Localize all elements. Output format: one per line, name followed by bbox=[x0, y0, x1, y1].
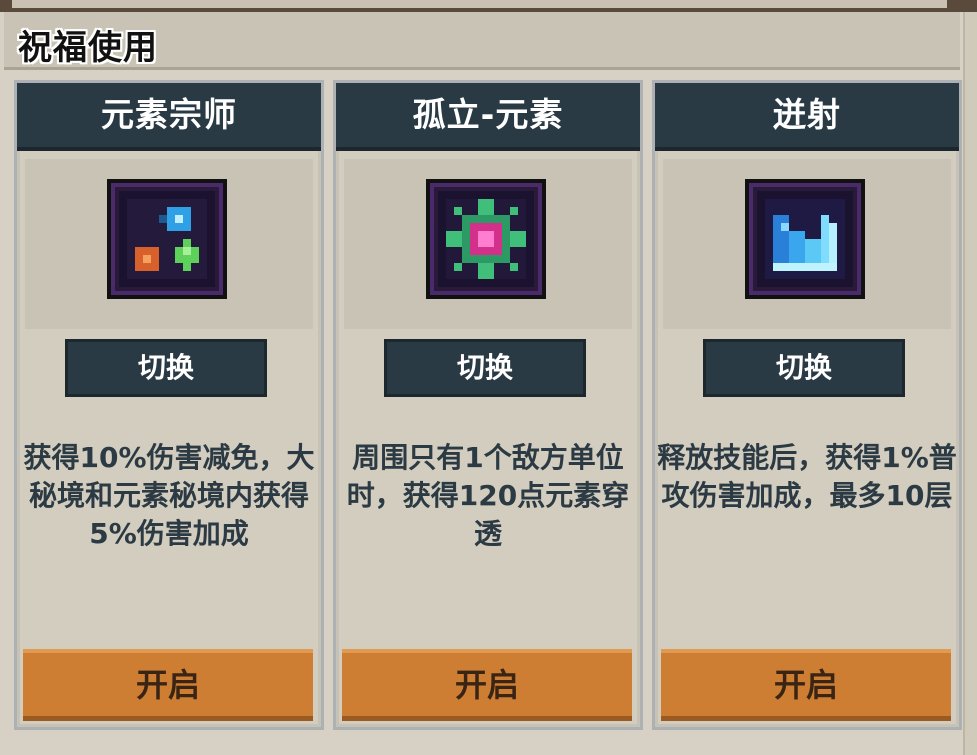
card-title: 元素宗师 bbox=[17, 83, 321, 151]
open-button[interactable]: 开启 bbox=[342, 649, 632, 721]
card-title: 迸射 bbox=[655, 83, 959, 151]
card-description: 周围只有1个敌方单位时，获得120点元素穿透 bbox=[346, 441, 630, 550]
blessing-card-isolated-element: 孤立-元素 切换 周围只有1个敌方单位时，获得120点元素穿透 开启 bbox=[333, 80, 643, 730]
panel-right-edge bbox=[963, 12, 977, 755]
blessing-card-element-master: 元素宗师 切换 获得10%伤害减免，大秘境和元素秘境内获得5%伤害加成 开启 bbox=[14, 80, 324, 730]
switch-button[interactable]: 切换 bbox=[65, 339, 267, 397]
icon-area bbox=[663, 159, 951, 329]
isolated-element-gem-icon bbox=[426, 179, 546, 299]
panel-header: 祝福使用 bbox=[4, 12, 960, 70]
blessing-card-burst: 迸射 切换 释放技能后，获得1%普攻伤害加成，最多10层 开启 bbox=[652, 80, 962, 730]
open-button[interactable]: 开启 bbox=[23, 649, 313, 721]
top-border bbox=[0, 0, 977, 12]
card-title: 孤立-元素 bbox=[336, 83, 640, 151]
open-button[interactable]: 开启 bbox=[661, 649, 951, 721]
burst-shard-icon bbox=[745, 179, 865, 299]
card-description: 获得10%伤害减免，大秘境和元素秘境内获得5%伤害加成 bbox=[23, 441, 315, 550]
switch-button[interactable]: 切换 bbox=[703, 339, 905, 397]
switch-button[interactable]: 切换 bbox=[384, 339, 586, 397]
icon-area bbox=[344, 159, 632, 329]
card-description: 释放技能后，获得1%普攻伤害加成，最多10层 bbox=[657, 441, 957, 512]
element-orbs-icon bbox=[107, 179, 227, 299]
icon-area bbox=[25, 159, 313, 329]
panel-title: 祝福使用 bbox=[18, 28, 158, 68]
